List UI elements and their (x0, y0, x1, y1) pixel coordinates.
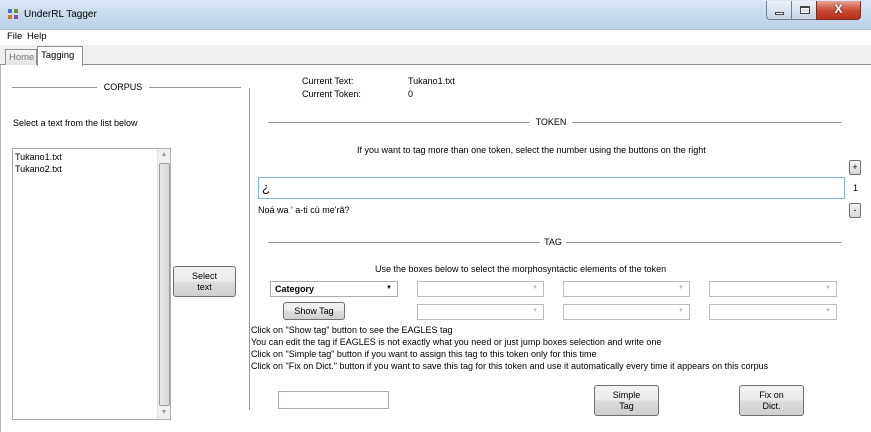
token-count: 1 (853, 183, 859, 193)
help-line-show-tag: Click on "Show tag" button to see the EA… (251, 325, 453, 335)
token-field[interactable]: ¿ (258, 177, 845, 199)
current-text-label: Current Text: (302, 76, 354, 86)
tag-select-7[interactable]: ▼ (709, 304, 837, 320)
menu-bar: File Help (0, 30, 871, 45)
chevron-down-icon: ▼ (678, 285, 684, 291)
list-scrollbar[interactable]: ▲ ▼ (157, 149, 170, 419)
tag-header: TAG (268, 237, 842, 247)
maximize-icon (800, 6, 810, 14)
chevron-down-icon: ▼ (532, 308, 538, 314)
menu-help[interactable]: Help (27, 31, 47, 42)
tab-tagging[interactable]: Tagging (37, 46, 83, 66)
list-item-tukano1[interactable]: Tukano1.txt (15, 152, 62, 162)
tag-instruction: Use the boxes below to select the morpho… (375, 264, 667, 274)
minimize-button[interactable] (766, 1, 792, 20)
fix-on-dict-button[interactable]: Fix on Dict. (739, 385, 804, 416)
chevron-down-icon: ▼ (386, 285, 392, 291)
app-icon (8, 9, 18, 19)
minimize-icon (775, 12, 784, 15)
token-title: TOKEN (535, 117, 567, 127)
category-select[interactable]: Category ▼ (270, 281, 398, 297)
chevron-down-icon: ▼ (825, 285, 831, 291)
simple-tag-button[interactable]: Simple Tag (594, 385, 659, 416)
corpus-instruction: Select a text from the list below (13, 118, 138, 128)
chevron-down-icon: ▼ (678, 308, 684, 314)
token-header: TOKEN (268, 117, 842, 127)
show-tag-button[interactable]: Show Tag (283, 302, 345, 320)
current-token-value: 0 (408, 89, 414, 99)
token-sentence: Noá wa ' a-ti cü me'rã? (258, 205, 350, 215)
menu-file[interactable]: File (7, 31, 22, 42)
tag-select-2[interactable]: ▼ (417, 281, 544, 297)
scroll-up-icon[interactable]: ▲ (158, 149, 170, 161)
token-instruction: If you want to tag more than one token, … (357, 145, 706, 155)
current-token-label: Current Token: (302, 89, 361, 99)
tag-edit-field[interactable] (278, 391, 389, 409)
current-text-value: Tukano1.txt (408, 76, 455, 86)
chevron-down-icon: ▼ (532, 285, 538, 291)
panel-divider (249, 88, 250, 410)
close-icon: X (834, 2, 843, 16)
tag-select-6[interactable]: ▼ (563, 304, 690, 320)
corpus-title: CORPUS (103, 82, 143, 92)
help-line-fix-dict: Click on "Fix on Dict." button if you wa… (251, 361, 769, 371)
close-button[interactable]: X (816, 1, 861, 20)
tag-title: TAG (544, 237, 562, 247)
corpus-file-list[interactable]: Tukano1.txt Tukano2.txt ▲ ▼ (12, 148, 171, 420)
tag-select-4[interactable]: ▼ (709, 281, 837, 297)
title-bar: UnderRL Tagger X (0, 0, 871, 30)
maximize-button[interactable] (791, 1, 817, 20)
help-line-edit-tag: You can edit the tag if EAGLES is not ex… (251, 337, 662, 347)
scroll-down-icon[interactable]: ▼ (158, 407, 170, 419)
tag-select-5[interactable]: ▼ (417, 304, 544, 320)
list-item-tukano2[interactable]: Tukano2.txt (15, 164, 62, 174)
tab-home[interactable]: Home (5, 49, 37, 65)
token-count-decrease-button[interactable]: - (849, 203, 861, 218)
category-select-value: Category (275, 284, 315, 294)
chevron-down-icon: ▼ (825, 308, 831, 314)
window-title: UnderRL Tagger (24, 9, 97, 20)
token-count-increase-button[interactable]: + (849, 160, 861, 175)
tag-select-3[interactable]: ▼ (563, 281, 690, 297)
scroll-thumb[interactable] (159, 163, 170, 406)
corpus-header: CORPUS (12, 82, 241, 92)
help-line-simple-tag: Click on "Simple tag" button if you want… (251, 349, 597, 359)
tab-strip: Home Tagging (0, 45, 871, 66)
select-text-button[interactable]: Select text (173, 266, 236, 297)
